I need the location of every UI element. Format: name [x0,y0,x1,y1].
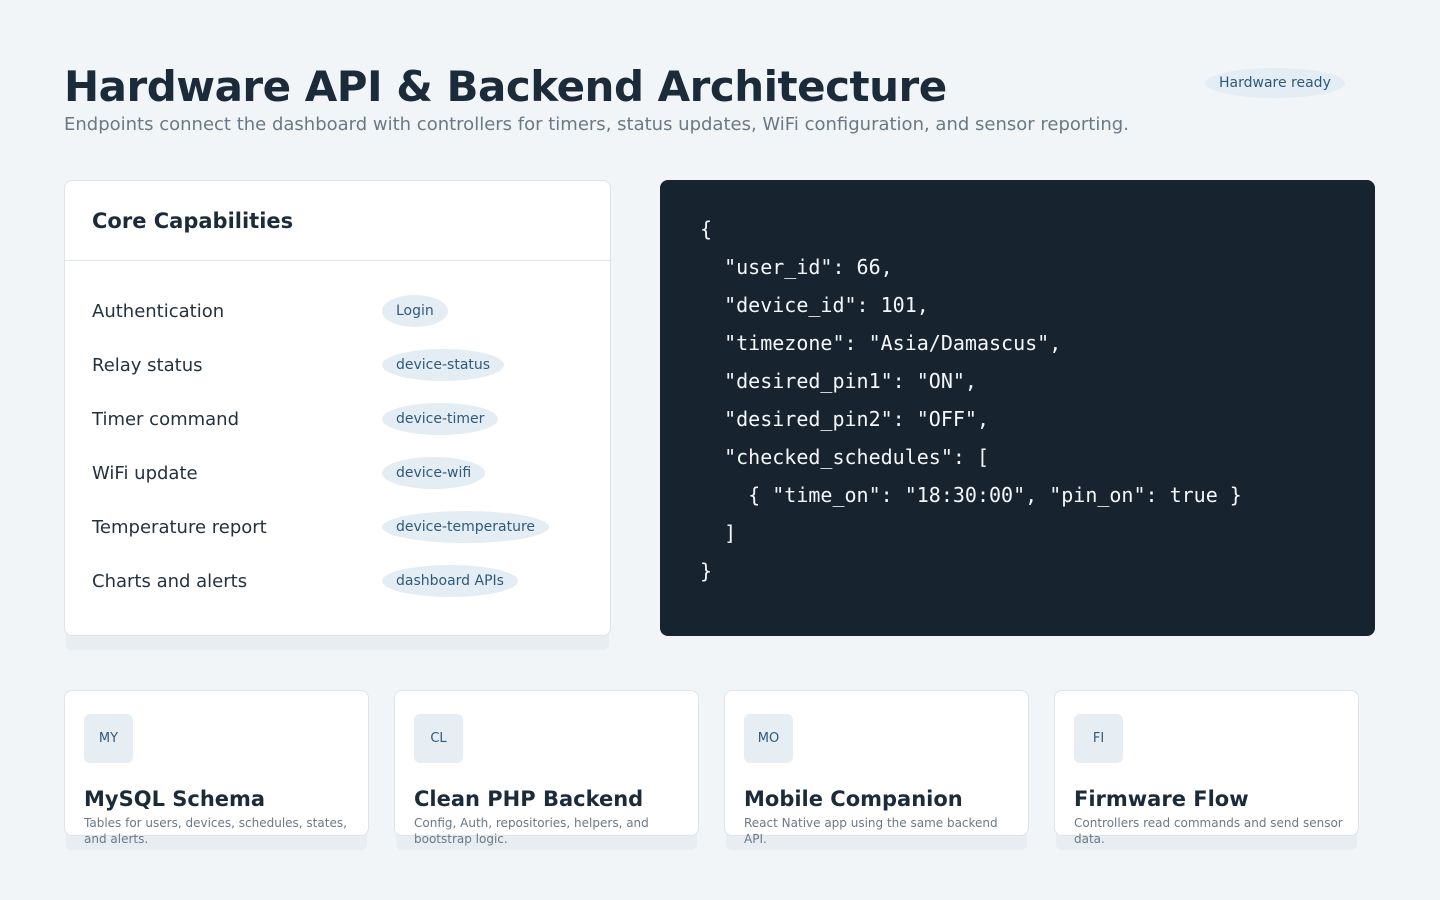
list-item-timer-command: Timer command device-timer [65,392,610,446]
list-item-charts-alerts: Charts and alerts dashboard APIs [65,554,610,608]
feature-card-firmware: FI Firmware Flow Controllers read comman… [1054,690,1359,846]
code-line: "timezone": "Asia/Damascus", [700,331,1062,355]
code-line: "desired_pin2": "OFF", [700,407,989,431]
capabilities-header: Core Capabilities [65,181,610,261]
list-item-wifi-update: WiFi update device-wifi [65,446,610,500]
status-badge: Hardware ready [1205,68,1345,98]
feature-description: Config, Auth, repositories, helpers, and… [414,816,649,846]
feature-description: Tables for users, devices, schedules, st… [84,816,347,846]
capabilities-card: Core Capabilities Authentication Login R… [64,180,611,636]
code-line: } [700,559,713,583]
code-line: { "time_on": "18:30:00", "pin_on": true … [700,483,1242,507]
page-title: Hardware API & Backend Architecture [64,62,947,111]
code-line: "device_id": 101, [700,293,929,317]
feature-badge: MY [84,714,133,763]
feature-description: React Native app using the same backend … [744,816,998,846]
code-line: ] [700,521,737,545]
capability-label: Charts and alerts [92,570,248,592]
feature-badge: MO [744,714,793,763]
capabilities-title: Core Capabilities [92,208,294,233]
capability-label: Timer command [92,408,240,430]
code-line: "desired_pin1": "ON", [700,369,977,393]
endpoint-tag: device-status [382,349,505,381]
feature-card-mobile: MO Mobile Companion React Native app usi… [724,690,1029,846]
capability-label: WiFi update [92,462,198,484]
page-subtitle: Endpoints connect the dashboard with con… [64,114,1129,135]
capabilities-list: Authentication Login Relay status device… [65,261,610,608]
endpoint-tag: device-wifi [382,457,486,489]
feature-title: Firmware Flow [1074,787,1249,811]
endpoint-tag: Login [382,295,448,327]
capability-label: Authentication [92,300,225,322]
list-item-temperature-report: Temperature report device-temperature [65,500,610,554]
feature-card-mysql: MY MySQL Schema Tables for users, device… [64,690,369,846]
feature-badge: CL [414,714,463,763]
feature-badge: FI [1074,714,1123,763]
capability-label: Relay status [92,354,203,376]
feature-title: Mobile Companion [744,787,963,811]
code-sample-panel: { "user_id": 66, "device_id": 101, "time… [660,180,1375,636]
capability-label: Temperature report [92,516,267,538]
endpoint-tag: dashboard APIs [382,565,518,597]
code-line: "user_id": 66, [700,255,893,279]
code-line: "checked_schedules": [ [700,445,989,469]
endpoint-tag: device-timer [382,403,499,435]
feature-description: Controllers read commands and send senso… [1074,816,1343,846]
list-item-authentication: Authentication Login [65,284,610,338]
feature-card-php: CL Clean PHP Backend Config, Auth, repos… [394,690,699,846]
code-line: { [700,217,713,241]
endpoint-tag: device-temperature [382,511,550,543]
feature-title: MySQL Schema [84,787,266,811]
feature-title: Clean PHP Backend [414,787,644,811]
list-item-relay-status: Relay status device-status [65,338,610,392]
